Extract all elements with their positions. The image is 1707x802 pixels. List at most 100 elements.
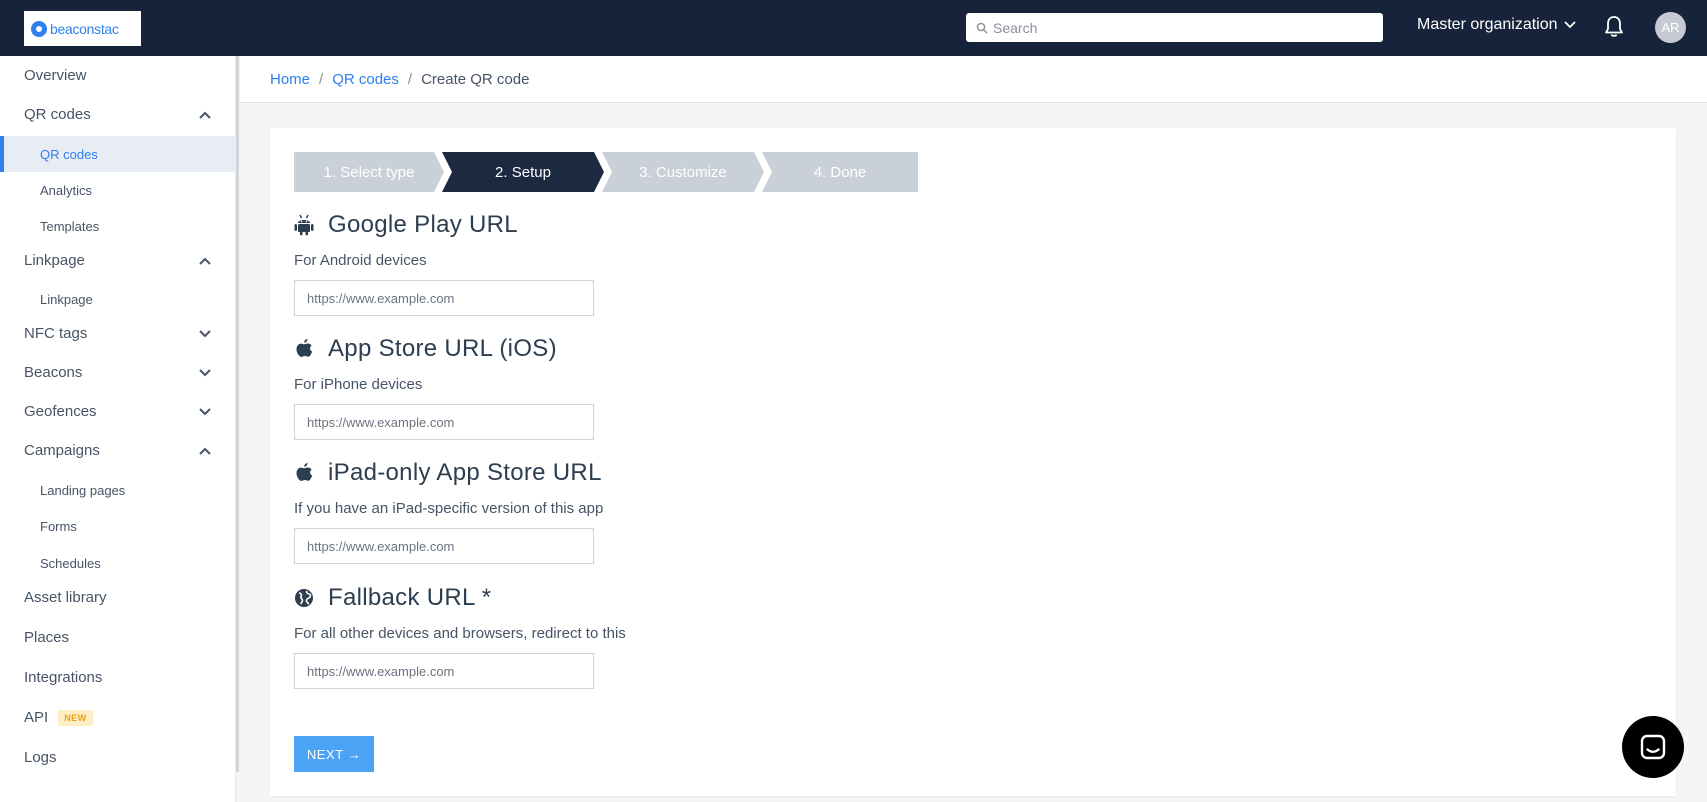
chevron-down-icon <box>1563 21 1576 29</box>
chat-icon <box>1640 734 1666 760</box>
field-title: iPad-only App Store URL <box>328 459 602 486</box>
globe-icon <box>295 589 313 607</box>
logo-text: beaconstac <box>50 20 119 37</box>
step-done[interactable]: 4. Done <box>762 152 918 192</box>
sidebar-item-label: Campaigns <box>24 442 100 459</box>
step-customize[interactable]: 3. Customize <box>602 152 764 192</box>
field-subtitle: For iPhone devices <box>294 376 423 393</box>
android-icon <box>294 214 314 236</box>
sidebar-item-label: Geofences <box>24 403 97 420</box>
chevron-down-icon <box>199 408 211 416</box>
org-label: Master organization <box>1417 16 1558 33</box>
field-subtitle: For all other devices and browsers, redi… <box>294 625 626 642</box>
field-ipad-app-store: iPad-only App Store URL If you have an i… <box>294 458 894 564</box>
arrow-right-icon: → <box>347 746 362 762</box>
sidebar-item-campaigns[interactable]: Campaigns <box>0 432 236 469</box>
sidebar-item-label: Asset library <box>24 589 107 606</box>
app-store-url-input[interactable] <box>294 404 594 440</box>
breadcrumb-qr-codes[interactable]: QR codes <box>332 71 399 88</box>
sidebar-item-label: QR codes <box>24 106 91 123</box>
sidebar-item-label: API <box>24 709 49 726</box>
sidebar-item-label: Places <box>24 629 70 646</box>
sidebar-item-label: Analytics <box>40 182 93 198</box>
setup-card: 1. Select type 2. Setup 3. Customize 4. … <box>270 128 1676 796</box>
breadcrumb-home[interactable]: Home <box>270 71 310 88</box>
avatar[interactable]: AR <box>1655 12 1686 43</box>
sidebar-scrollbar[interactable] <box>236 56 239 772</box>
field-fallback: Fallback URL * For all other devices and… <box>294 583 894 689</box>
sidebar-item-linkpage[interactable]: Linkpage <box>0 242 236 279</box>
chevron-down-icon <box>199 330 211 338</box>
apple-icon <box>296 339 313 357</box>
search-box[interactable] <box>966 13 1383 42</box>
apple-icon <box>296 463 313 481</box>
sidebar-item-asset-library[interactable]: Asset library <box>0 579 236 616</box>
sidebar-item-label: Integrations <box>24 669 103 686</box>
sidebar-item-places[interactable]: Places <box>0 619 236 656</box>
sidebar-item-label: Templates <box>40 218 100 234</box>
breadcrumb-separator: / <box>407 70 413 88</box>
sidebar-subitem-schedules[interactable]: Schedules <box>0 545 236 581</box>
field-title: Fallback URL * <box>328 584 492 611</box>
sidebar-item-overview[interactable]: Overview <box>0 57 236 94</box>
chevron-up-icon <box>199 111 211 119</box>
sidebar-item-label: Logs <box>24 749 57 766</box>
logo-mark-icon <box>31 20 47 37</box>
sidebar-item-label: Forms <box>40 518 77 534</box>
sidebar-subitem-linkpage[interactable]: Linkpage <box>0 281 236 317</box>
sidebar-subitem-landing-pages[interactable]: Landing pages <box>0 472 236 508</box>
field-header: iPad-only App Store URL <box>294 458 894 488</box>
field-subtitle: If you have an iPad-specific version of … <box>294 500 604 517</box>
step-select-type[interactable]: 1. Select type <box>294 152 444 192</box>
field-header: App Store URL (iOS) <box>294 334 894 364</box>
sidebar-subitem-analytics[interactable]: Analytics <box>0 172 236 208</box>
sidebar-item-logs[interactable]: Logs <box>0 739 236 776</box>
stepper: 1. Select type 2. Setup 3. Customize 4. … <box>294 152 918 192</box>
field-header: Fallback URL * <box>294 583 894 613</box>
sidebar-item-geofences[interactable]: Geofences <box>0 393 236 430</box>
field-app-store: App Store URL (iOS) For iPhone devices <box>294 334 894 440</box>
beaconstac-logo[interactable]: beaconstac <box>24 11 141 46</box>
top-bar: beaconstac Master organization AR <box>0 0 1707 56</box>
step-setup[interactable]: 2. Setup <box>442 152 604 192</box>
fallback-url-input[interactable] <box>294 653 594 689</box>
sidebar-item-label: QR codes <box>40 146 98 162</box>
sidebar-item-label: Linkpage <box>40 291 93 307</box>
sidebar-item-qr-codes[interactable]: QR codes <box>0 96 236 133</box>
chevron-down-icon <box>199 369 211 377</box>
sidebar-subitem-templates[interactable]: Templates <box>0 208 236 244</box>
sidebar-item-label: Schedules <box>40 555 101 571</box>
sidebar-subitem-qr-codes[interactable]: QR codes <box>0 136 236 172</box>
sidebar-item-api[interactable]: API NEW <box>0 699 236 736</box>
field-google-play: Google Play URL For Android devices <box>294 210 894 316</box>
breadcrumb-separator: / <box>319 70 324 88</box>
sidebar-item-label: NFC tags <box>24 325 88 342</box>
sidebar-item-nfc-tags[interactable]: NFC tags <box>0 315 236 352</box>
field-title: App Store URL (iOS) <box>328 335 557 362</box>
next-button[interactable]: NEXT → <box>294 736 374 772</box>
search-icon <box>976 22 988 33</box>
sidebar-item-beacons[interactable]: Beacons <box>0 354 236 391</box>
ipad-app-store-url-input[interactable] <box>294 528 594 564</box>
sidebar-item-label: Overview <box>24 67 87 84</box>
new-badge: NEW <box>58 709 93 726</box>
sidebar: Overview QR codes QR codes Analytics Tem… <box>0 56 236 802</box>
breadcrumb-current: Create QR code <box>421 70 530 88</box>
sidebar-subitem-forms[interactable]: Forms <box>0 508 236 544</box>
search-input[interactable] <box>993 19 1373 36</box>
sidebar-item-label: Linkpage <box>24 252 85 269</box>
sidebar-item-integrations[interactable]: Integrations <box>0 659 236 696</box>
sidebar-item-label: Beacons <box>24 364 83 381</box>
org-switcher[interactable]: Master organization <box>1417 16 1576 34</box>
field-header: Google Play URL <box>294 210 894 240</box>
field-subtitle: For Android devices <box>294 252 427 269</box>
next-button-label: NEXT <box>306 746 344 762</box>
sidebar-item-label: Landing pages <box>40 482 126 498</box>
chevron-up-icon <box>199 447 211 455</box>
chevron-up-icon <box>199 257 211 265</box>
field-title: Google Play URL <box>328 211 518 238</box>
notification-bell-icon[interactable] <box>1603 15 1625 39</box>
chat-launcher-button[interactable] <box>1622 716 1684 778</box>
google-play-url-input[interactable] <box>294 280 594 316</box>
breadcrumb: Home / QR codes / Create QR code <box>240 56 1707 103</box>
